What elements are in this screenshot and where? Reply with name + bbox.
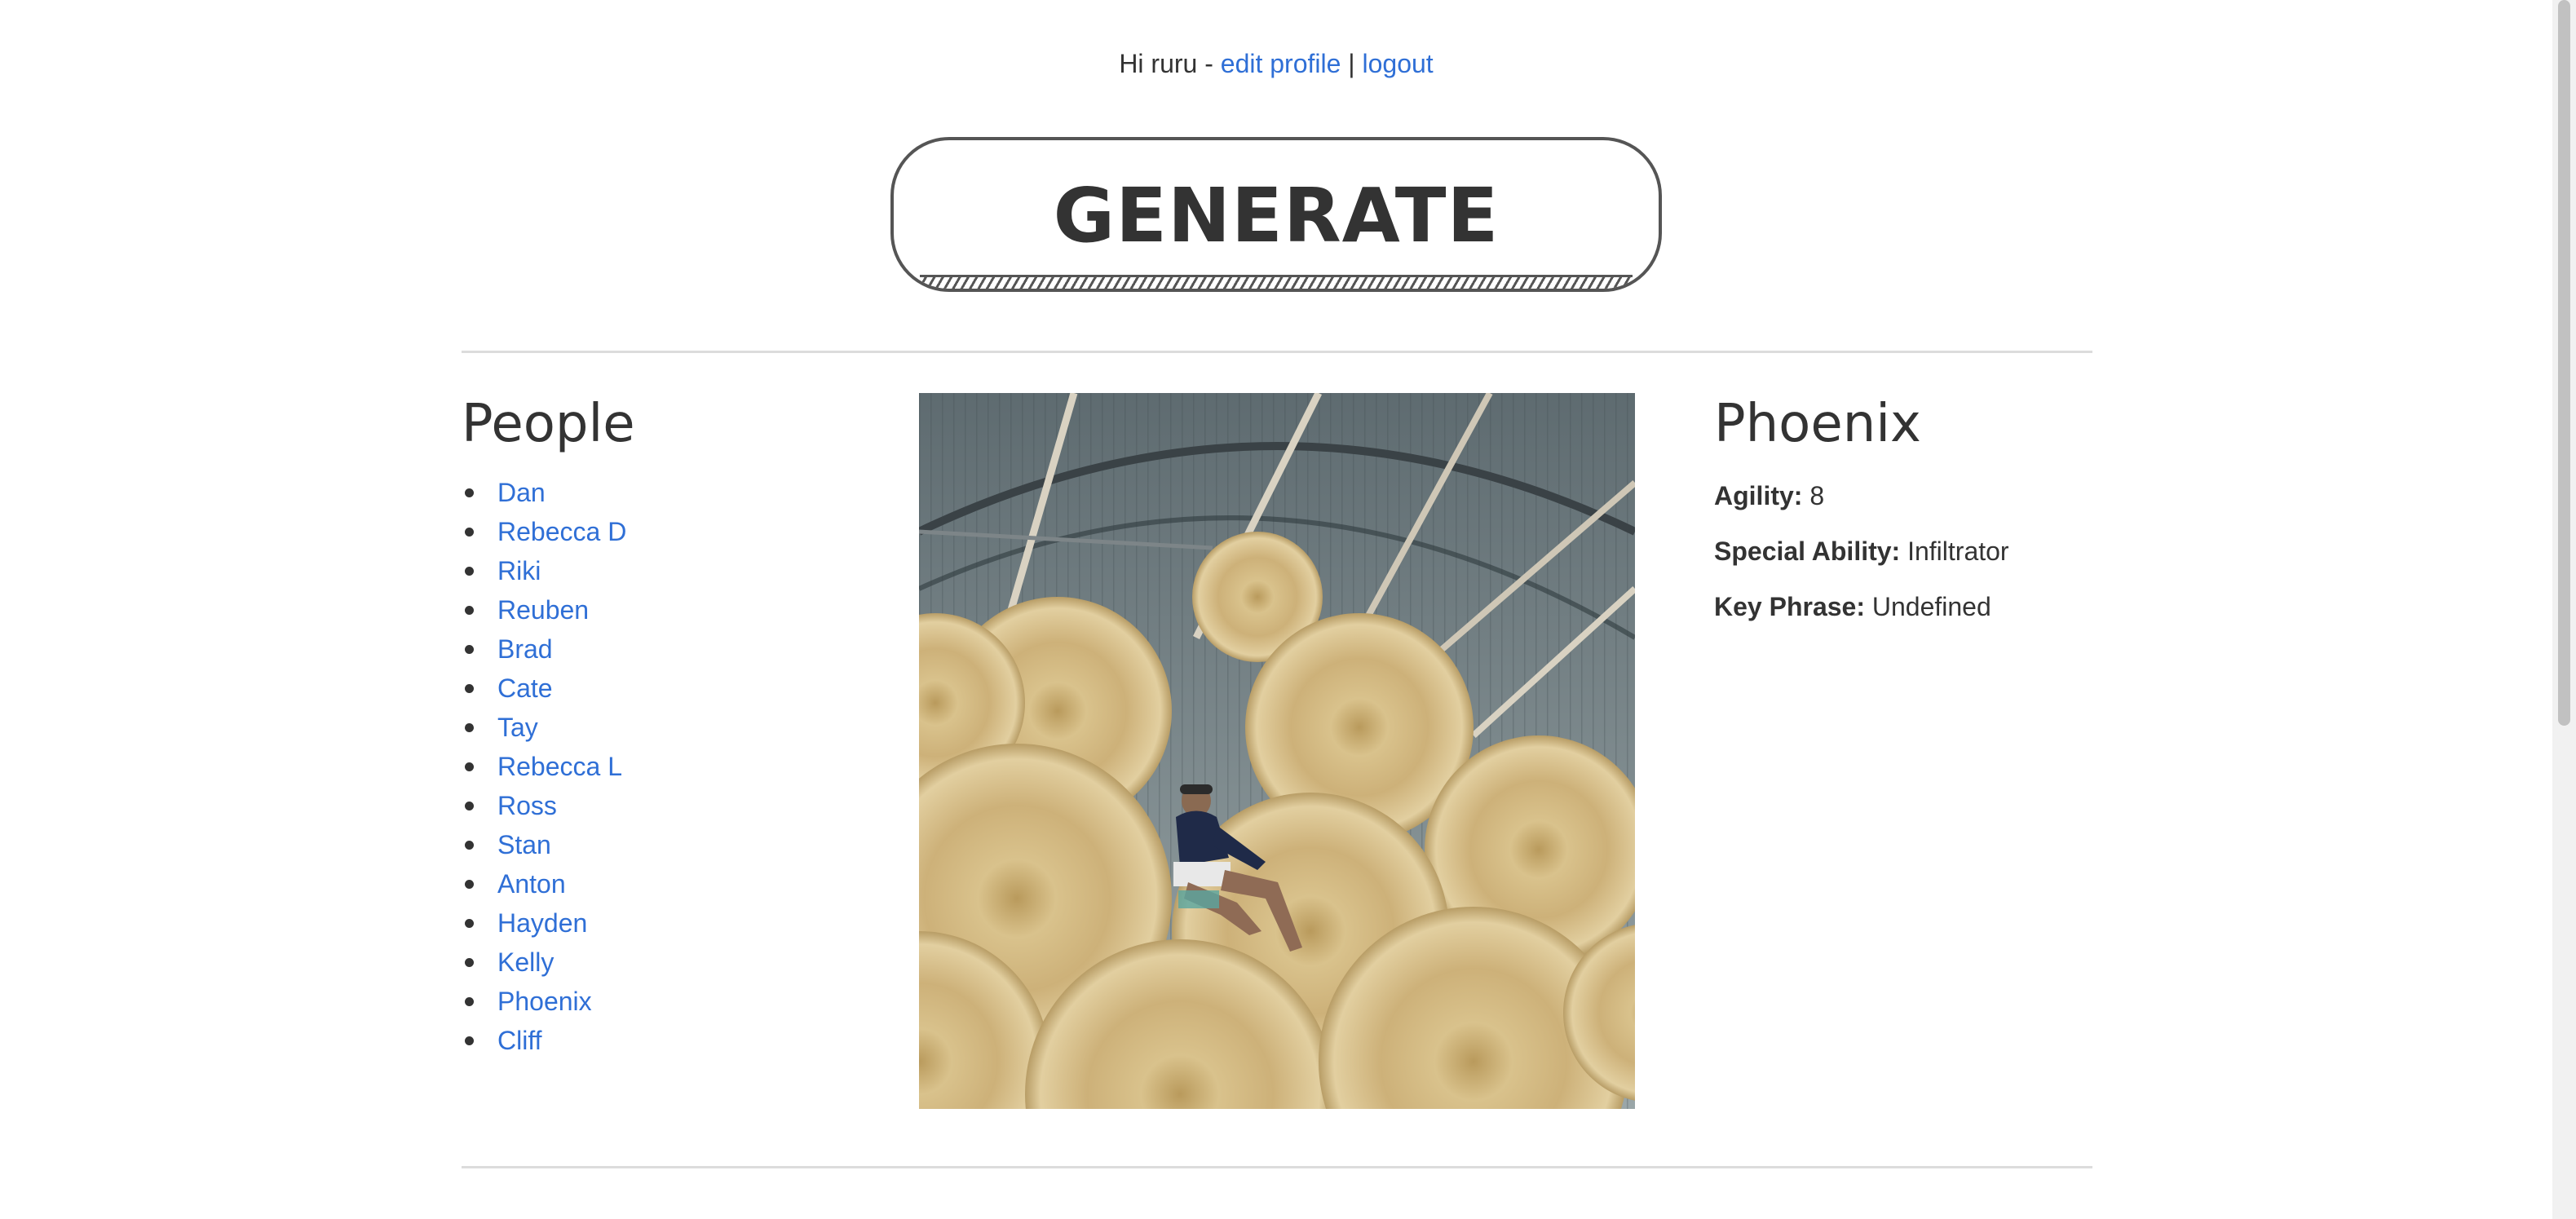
bullet-icon <box>465 723 474 732</box>
person-link[interactable]: Ross <box>497 791 557 820</box>
bullet-icon <box>465 997 474 1006</box>
person-link[interactable]: Riki <box>497 556 541 585</box>
person-link[interactable]: Kelly <box>497 947 554 977</box>
list-item: Dan <box>465 473 869 512</box>
bottom-divider <box>462 1166 2092 1168</box>
list-item: Tay <box>465 708 869 747</box>
bullet-icon <box>465 880 474 889</box>
separator: | <box>1341 49 1363 78</box>
profile-name: Phoenix <box>1714 394 1921 454</box>
bullet-icon <box>465 528 474 537</box>
bullet-icon <box>465 488 474 497</box>
special-ability-value: Infiltrator <box>1907 537 2009 566</box>
user-greeting-bar: Hi ruru - edit profile | logout <box>0 44 2552 83</box>
bullet-icon <box>465 802 474 810</box>
person-link[interactable]: Phoenix <box>497 987 592 1016</box>
list-item: Hayden <box>465 903 869 943</box>
list-item: Rebecca L <box>465 747 869 786</box>
people-title: People <box>462 394 635 454</box>
generate-teams-wrapper: GENERATE TEAMS <box>890 137 1662 292</box>
generate-teams-label: GENERATE TEAMS <box>1053 172 1500 289</box>
top-divider <box>462 351 2092 353</box>
list-item: Kelly <box>465 943 869 982</box>
list-item: Stan <box>465 825 869 864</box>
agility-row: Agility: 8 <box>1714 476 2097 515</box>
list-item: Riki <box>465 551 869 590</box>
person-link[interactable]: Brad <box>497 634 553 664</box>
bullet-icon <box>465 919 474 928</box>
profile-photo <box>919 393 1635 1109</box>
bullet-icon <box>465 684 474 693</box>
person-link[interactable]: Anton <box>497 869 566 899</box>
person-link[interactable]: Stan <box>497 830 551 859</box>
list-item: Anton <box>465 864 869 903</box>
generate-teams-button[interactable]: GENERATE TEAMS <box>890 137 1662 292</box>
person-link[interactable]: Reuben <box>497 595 589 625</box>
agility-label: Agility: <box>1714 481 1803 510</box>
key-phrase-label: Key Phrase: <box>1714 592 1865 621</box>
edit-profile-link[interactable]: edit profile <box>1221 49 1341 78</box>
list-item: Cliff <box>465 1021 869 1060</box>
person-link[interactable]: Tay <box>497 713 538 742</box>
person-link[interactable]: Rebecca D <box>497 517 626 546</box>
person-link[interactable]: Dan <box>497 478 546 507</box>
list-item: Phoenix <box>465 982 869 1021</box>
list-item: Ross <box>465 786 869 825</box>
page: Hi ruru - edit profile | logout GENERATE… <box>0 0 2576 1219</box>
button-hatch-decoration <box>920 275 1633 289</box>
bullet-icon <box>465 606 474 615</box>
people-list: Dan Rebecca D Riki Reuben Brad Cate Tay Rebecca… <box>462 473 869 1060</box>
bullet-icon <box>465 958 474 967</box>
list-item: Cate <box>465 669 869 708</box>
profile-photo-image <box>919 393 1635 1109</box>
person-link[interactable]: Hayden <box>497 908 587 938</box>
list-item: Rebecca D <box>465 512 869 551</box>
agility-value: 8 <box>1809 481 1825 510</box>
list-item: Reuben <box>465 590 869 629</box>
profile-details: Phoenix Agility: 8 Special Ability: Infi… <box>1714 390 2097 626</box>
scrollbar-thumb[interactable] <box>2558 0 2570 726</box>
person-link[interactable]: Cliff <box>497 1026 542 1055</box>
bullet-icon <box>465 841 474 850</box>
person-link[interactable]: Cate <box>497 674 553 703</box>
special-ability-row: Special Ability: Infiltrator <box>1714 532 2097 571</box>
vertical-scrollbar[interactable] <box>2552 0 2576 1219</box>
bullet-icon <box>465 762 474 771</box>
logout-link[interactable]: logout <box>1363 49 1434 78</box>
person-link[interactable]: Rebecca L <box>497 752 622 781</box>
greeting-text: Hi ruru - <box>1119 49 1221 78</box>
special-ability-label: Special Ability: <box>1714 537 1901 566</box>
list-item: Brad <box>465 629 869 669</box>
people-panel: People Dan Rebecca D Riki Reuben Brad Cate Tay… <box>462 390 869 1060</box>
bullet-icon <box>465 645 474 654</box>
bullet-icon <box>465 567 474 576</box>
bullet-icon <box>465 1036 474 1045</box>
key-phrase-row: Key Phrase: Undefined <box>1714 587 2097 626</box>
key-phrase-value: Undefined <box>1871 592 1991 621</box>
